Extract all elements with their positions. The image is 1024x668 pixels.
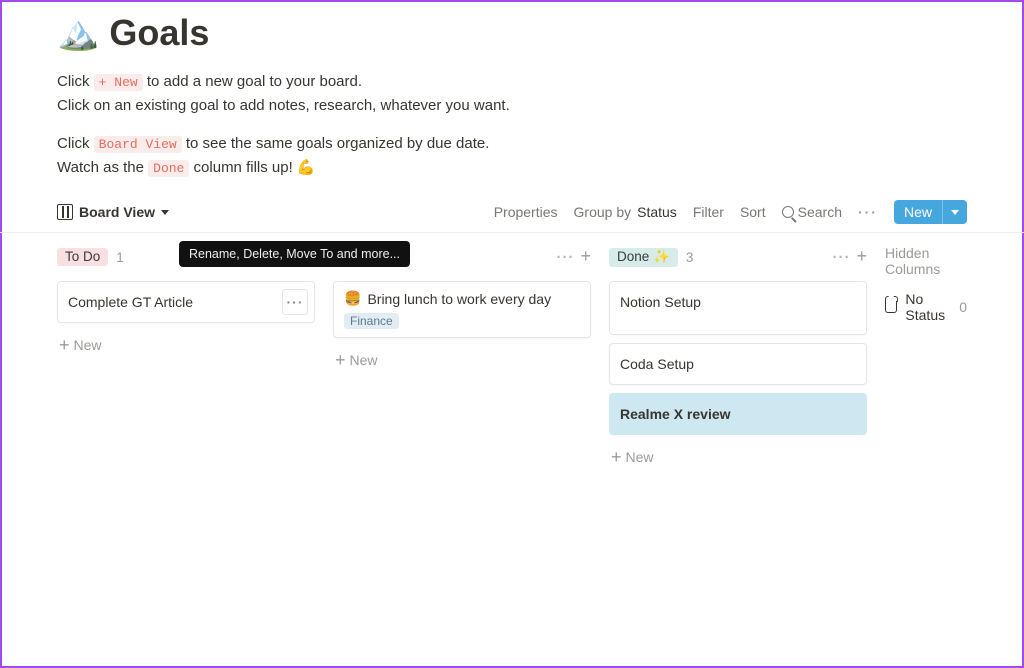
card-realme-x-review[interactable]: Realme X review: [609, 393, 867, 435]
plus-icon: +: [335, 353, 346, 367]
inbox-icon: [885, 301, 897, 313]
page-emoji: 🏔️: [57, 16, 99, 50]
intro-block: Click Board View to see the same goals o…: [57, 132, 967, 180]
new-button-label: New: [894, 200, 942, 224]
column-label-todo[interactable]: To Do: [57, 248, 108, 266]
tooltip: Rename, Delete, Move To and more...: [179, 241, 410, 267]
column-count-todo: 1: [116, 250, 124, 265]
groupby-label: Group by: [574, 204, 632, 220]
card-tag-finance: Finance: [344, 313, 399, 329]
card-notion-setup[interactable]: Notion Setup: [609, 281, 867, 335]
card-title: Notion Setup: [620, 294, 856, 310]
chevron-down-icon: [951, 210, 959, 215]
inline-tag-done: Done: [148, 160, 189, 177]
groupby-value: Status: [637, 204, 677, 220]
properties-button[interactable]: Properties: [494, 204, 558, 220]
intro-text: Click on an existing goal to add notes, …: [57, 94, 967, 118]
column-more-done[interactable]: ···: [832, 249, 850, 266]
filter-button[interactable]: Filter: [693, 204, 724, 220]
intro-text: column fills up! 💪: [194, 159, 316, 176]
inline-tag-boardview: Board View: [94, 136, 182, 153]
intro-text: to add a new goal to your board.: [147, 73, 362, 90]
column-todo: To Do 1 ··· + Rename, Delete, Move To an…: [57, 245, 315, 471]
search-button[interactable]: Search: [782, 204, 842, 220]
hidden-columns: Hidden Columns No Status 0: [885, 245, 967, 471]
no-status-row[interactable]: No Status 0: [885, 291, 967, 323]
card-more-button[interactable]: ···: [282, 289, 308, 315]
column-more-doing[interactable]: ···: [556, 249, 574, 266]
new-button[interactable]: New: [894, 200, 967, 224]
intro-text: to see the same goals organized by due d…: [186, 135, 490, 152]
card-complete-gt-article[interactable]: Complete GT Article ···: [57, 281, 315, 323]
column-label-done[interactable]: Done ✨: [609, 248, 678, 267]
inline-tag-new: + New: [94, 74, 143, 91]
add-new-label: New: [74, 337, 102, 353]
column-add-done[interactable]: +: [856, 249, 867, 266]
hidden-columns-title: Hidden Columns: [885, 245, 967, 277]
search-icon: [782, 206, 794, 218]
intro-text: Watch as the: [57, 159, 148, 176]
view-switcher[interactable]: Board View: [57, 204, 169, 220]
card-bring-lunch[interactable]: 🍔 Bring lunch to work every day Finance: [333, 281, 591, 338]
intro-block: Click + New to add a new goal to your bo…: [57, 70, 967, 118]
board-toolbar: Board View Properties Group by Status Fi…: [57, 194, 967, 232]
search-label: Search: [798, 204, 842, 220]
groupby-button[interactable]: Group by Status: [574, 204, 677, 220]
intro-text: Click: [57, 135, 94, 152]
column-done: Done ✨ 3 ··· + Notion Setup Coda Setup R…: [609, 245, 867, 471]
card-title: Realme X review: [620, 406, 856, 422]
view-label: Board View: [79, 204, 155, 220]
card-title: Bring lunch to work every day: [367, 291, 551, 307]
more-menu-button[interactable]: ···: [858, 204, 878, 220]
board-icon: [57, 204, 73, 220]
column-doing: Doing 1 ··· + 🍔 Bring lunch to work ever…: [333, 245, 591, 471]
add-new-label: New: [350, 352, 378, 368]
page-title: Goals: [109, 12, 209, 54]
card-coda-setup[interactable]: Coda Setup: [609, 343, 867, 385]
add-new-done[interactable]: + New: [609, 443, 867, 471]
chevron-down-icon: [161, 210, 169, 215]
intro-text: Click: [57, 73, 94, 90]
card-emoji: 🍔: [344, 290, 361, 307]
plus-icon: +: [59, 338, 70, 352]
add-new-label: New: [626, 449, 654, 465]
card-title: Complete GT Article: [68, 294, 304, 310]
add-new-todo[interactable]: + New: [57, 331, 315, 359]
sort-button[interactable]: Sort: [740, 204, 766, 220]
no-status-label: No Status: [905, 291, 951, 323]
toolbar-divider: [0, 232, 1024, 233]
card-title: Coda Setup: [620, 356, 856, 372]
new-button-dropdown[interactable]: [942, 200, 967, 224]
column-add-doing[interactable]: +: [580, 249, 591, 266]
column-count-done: 3: [686, 250, 694, 265]
plus-icon: +: [611, 450, 622, 464]
no-status-count: 0: [959, 299, 967, 315]
add-new-doing[interactable]: + New: [333, 346, 591, 374]
